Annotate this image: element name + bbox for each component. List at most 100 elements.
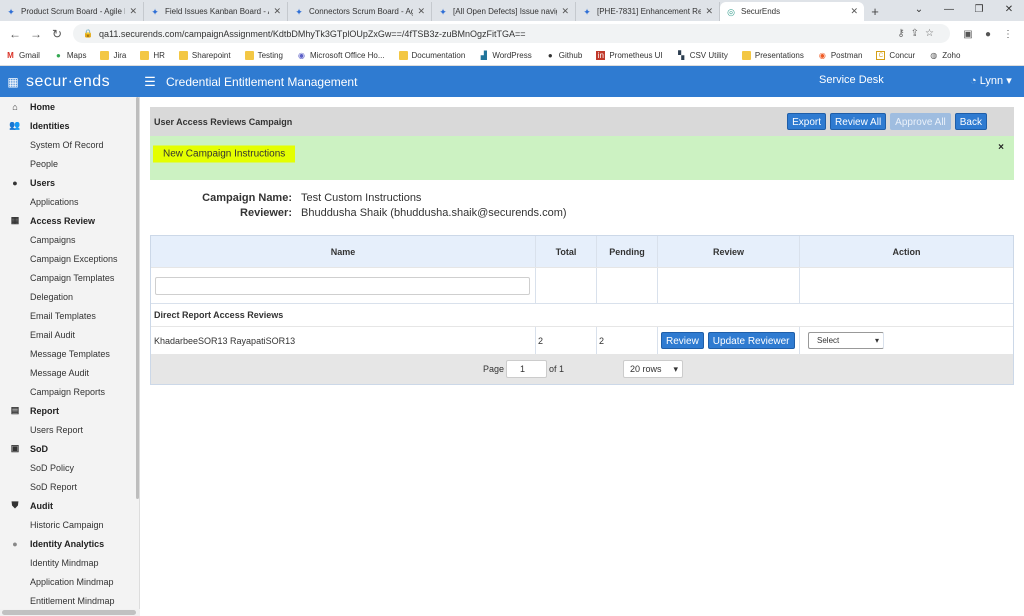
sidebar-item-sod-report[interactable]: SoD Report — [0, 477, 139, 496]
menu-icon[interactable]: ⋮ — [998, 29, 1018, 40]
lock-icon[interactable]: 🔒 — [83, 29, 93, 38]
export-button[interactable]: Export — [787, 113, 827, 130]
sidebar-item-applications[interactable]: Applications — [0, 192, 139, 211]
bookmark-hr[interactable]: HR — [140, 51, 165, 60]
bookmark-csv[interactable]: ▚ CSV Utility — [677, 51, 728, 60]
review-button[interactable]: Review — [661, 332, 704, 349]
sidebar-item-application-mindmap[interactable]: Application Mindmap — [0, 572, 139, 591]
profile-icon[interactable]: ● — [978, 29, 998, 40]
sidebar-item-identities[interactable]: 👥 Identities — [0, 116, 139, 135]
sidebar-item-users-report[interactable]: Users Report — [0, 420, 139, 439]
sidebar-item-system-of-record[interactable]: System Of Record — [0, 135, 139, 154]
campaign-instructions-label[interactable]: New Campaign Instructions — [153, 145, 296, 163]
action-select[interactable]: Select ▾ — [808, 332, 884, 349]
review-all-button[interactable]: Review All — [830, 113, 887, 130]
url-input[interactable]: 🔒 qa11.securends.com/campaignAssignment/… — [73, 24, 950, 43]
service-desk-link[interactable]: Service Desk — [819, 74, 884, 86]
column-header-name[interactable]: Name — [151, 236, 536, 267]
sidebar-item-campaign-templates[interactable]: Campaign Templates — [0, 268, 139, 287]
scrollbar-thumb[interactable] — [2, 610, 136, 615]
bookmark-maps[interactable]: ● Maps — [54, 51, 86, 60]
sidebar-item-home[interactable]: ⌂ Home — [0, 97, 139, 116]
sidebar-item-identity-analytics[interactable]: ● Identity Analytics — [0, 534, 139, 553]
sidebar-item-campaign-exceptions[interactable]: Campaign Exceptions — [0, 249, 139, 268]
bookmark-zoho[interactable]: ◍ Zoho — [929, 51, 960, 60]
back-arrow-icon[interactable]: ← — [6, 27, 24, 41]
sidebar-item-users[interactable]: ● Users — [0, 173, 139, 192]
sidebar-item-message-templates[interactable]: Message Templates — [0, 344, 139, 363]
bookmark-prometheus[interactable]: in Prometheus UI — [596, 51, 663, 60]
close-window-icon[interactable]: ✕ — [994, 0, 1024, 21]
approve-all-button[interactable]: Approve All — [890, 113, 951, 130]
sidebar-item-sod-policy[interactable]: SoD Policy — [0, 458, 139, 477]
securends-logo[interactable]: secur·ends — [26, 73, 136, 91]
close-tab-icon[interactable]: ✕ — [850, 6, 858, 17]
page-number-input[interactable]: 1 — [506, 360, 547, 378]
sidebar-item-identity-mindmap[interactable]: Identity Mindmap — [0, 553, 139, 572]
minimize-icon[interactable]: — — [934, 0, 964, 21]
sidebar-item-email-templates[interactable]: Email Templates — [0, 306, 139, 325]
star-icon[interactable]: ☆ — [925, 28, 940, 39]
browser-tab[interactable]: ✦ Field Issues Kanban Board - Agi ✕ — [144, 2, 288, 21]
share-icon[interactable]: ⇪ — [911, 28, 925, 39]
close-tab-icon[interactable]: ✕ — [417, 6, 425, 17]
apps-grid-icon[interactable]: ▦ — [0, 75, 26, 89]
sidebar-item-historic-campaign[interactable]: Historic Campaign — [0, 515, 139, 534]
bookmark-presentations[interactable]: Presentations — [741, 51, 804, 60]
sidebar-item-delegation[interactable]: Delegation — [0, 287, 139, 306]
analytics-icon: ● — [12, 538, 18, 549]
bookmark-concur[interactable]: C Concur — [876, 51, 915, 60]
csv-icon: ▚ — [678, 51, 685, 60]
sidebar-item-message-audit[interactable]: Message Audit — [0, 363, 139, 382]
user-menu[interactable]: ◔ Lynn ▾ — [970, 74, 1012, 87]
maximize-icon[interactable]: ❐ — [964, 0, 994, 21]
sidebar-item-report[interactable]: ▤ Report — [0, 401, 139, 420]
key-icon[interactable]: ⚷ — [897, 28, 910, 39]
bookmark-github[interactable]: ● Github — [546, 51, 583, 60]
column-header-total[interactable]: Total — [536, 236, 597, 267]
tab-search-icon[interactable]: ⌄ — [904, 0, 934, 21]
sidepanel-icon[interactable]: ▣ — [958, 29, 978, 40]
sidebar-item-email-audit[interactable]: Email Audit — [0, 325, 139, 344]
close-tab-icon[interactable]: ✕ — [561, 6, 569, 17]
campaign-table: Name Total Pending Review Action Direct … — [150, 235, 1014, 385]
browser-tab[interactable]: ✦[PHE-7831] Enhancement Reque✕ — [576, 2, 720, 21]
bookmark-gmail[interactable]: M Gmail — [6, 51, 40, 60]
bookmark-office[interactable]: ◉ Microsoft Office Ho... — [297, 51, 385, 60]
browser-tab[interactable]: ✦ [All Open Defects] Issue navigat ✕ — [432, 2, 576, 21]
column-header-action: Action — [892, 246, 921, 257]
horizontal-scrollbar[interactable] — [0, 609, 140, 616]
sidebar-item-campaigns[interactable]: Campaigns — [0, 230, 139, 249]
reload-icon[interactable]: ↻ — [48, 27, 66, 41]
people-icon: 👥 — [9, 120, 21, 130]
browser-tab[interactable]: ✦ Connectors Scrum Board - Agile ✕ — [288, 2, 432, 21]
forward-arrow-icon[interactable]: → — [27, 27, 45, 41]
sidebar-item-entitlement-mindmap[interactable]: Entitlement Mindmap — [0, 591, 139, 610]
column-header-pending[interactable]: Pending — [597, 236, 658, 267]
sidebar-item-people[interactable]: People — [0, 154, 139, 173]
sidebar-item-campaign-reports[interactable]: Campaign Reports — [0, 382, 139, 401]
close-tab-icon[interactable]: ✕ — [705, 6, 713, 17]
browser-tab[interactable]: ✦ Product Scrum Board - Agile Bo ✕ — [0, 2, 144, 21]
close-tab-icon[interactable]: ✕ — [273, 6, 281, 17]
close-instructions-icon[interactable]: × — [998, 142, 1004, 153]
rows-per-page-select[interactable]: 20 rows ▾ — [623, 360, 683, 378]
folder-icon — [244, 51, 254, 60]
back-button[interactable]: Back — [954, 113, 987, 130]
bookmark-postman[interactable]: ◉ Postman — [818, 51, 863, 60]
bookmark-documentation[interactable]: Documentation — [398, 51, 465, 60]
bookmark-sharepoint[interactable]: Sharepoint — [178, 51, 231, 60]
bookmark-jira[interactable]: Jira — [100, 51, 126, 60]
sidebar-scrollbar[interactable] — [136, 97, 139, 499]
new-tab-button[interactable]: + — [864, 2, 886, 21]
close-tab-icon[interactable]: ✕ — [129, 6, 137, 17]
hamburger-menu-icon[interactable]: ☰ — [136, 74, 164, 90]
update-reviewer-button[interactable]: Update Reviewer — [707, 332, 795, 349]
sidebar-item-sod[interactable]: ▣ SoD — [0, 439, 139, 458]
bookmark-testing[interactable]: Testing — [244, 51, 283, 60]
bookmark-wordpress[interactable]: ▟ WordPress — [479, 51, 532, 60]
name-filter-input[interactable] — [155, 276, 530, 295]
sidebar-item-audit[interactable]: ⛊ Audit — [0, 496, 139, 515]
sidebar-item-access-review[interactable]: ▦ Access Review — [0, 211, 139, 230]
browser-tab-active[interactable]: ◎ SecurEnds ✕ — [720, 2, 864, 21]
